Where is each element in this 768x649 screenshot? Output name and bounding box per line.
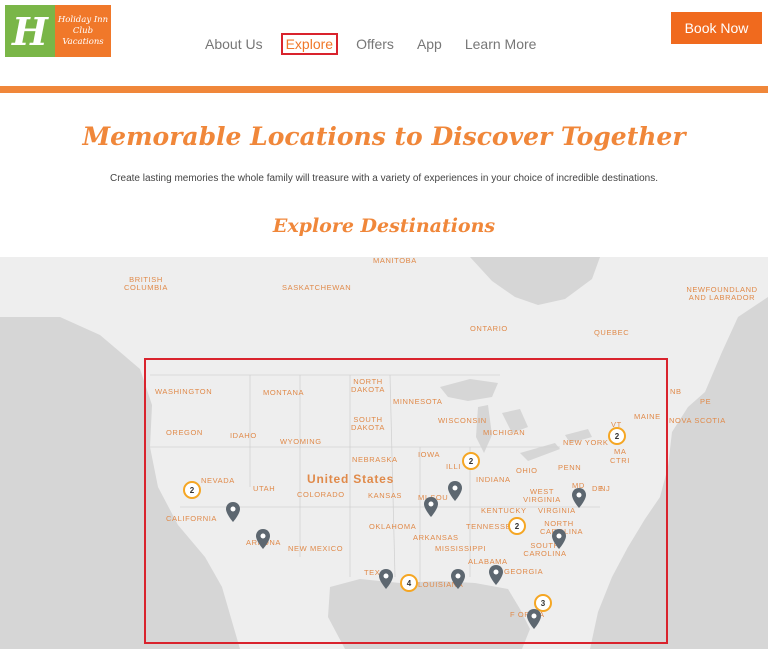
location-pin-icon[interactable] xyxy=(572,488,586,508)
main-nav: About Us Explore Offers App Learn More xyxy=(203,33,554,55)
nav-explore[interactable]: Explore xyxy=(280,33,339,55)
cluster-marker-tennessee[interactable]: 2 xyxy=(508,517,526,535)
label-british-columbia: BRITISH COLUMBIA xyxy=(124,275,168,292)
book-now-button[interactable]: Book Now xyxy=(671,12,762,44)
location-pin-icon[interactable] xyxy=(552,529,566,549)
location-pin-icon[interactable] xyxy=(451,569,465,589)
label-pe: PE xyxy=(700,397,712,406)
header-divider xyxy=(0,86,768,93)
cluster-marker-northeast[interactable]: 2 xyxy=(608,427,626,445)
logo-line-3: Vacations xyxy=(62,36,104,47)
label-newfoundland: NEWFOUNDLAND AND LABRADOR xyxy=(686,285,758,302)
location-pin-icon[interactable] xyxy=(448,481,462,501)
label-nb: NB xyxy=(670,387,682,396)
location-pin-icon[interactable] xyxy=(379,569,393,589)
location-pin-icon[interactable] xyxy=(424,497,438,517)
cluster-marker-nevada[interactable]: 2 xyxy=(183,481,201,499)
site-header: H Holiday Inn Club Vacations About Us Ex… xyxy=(0,0,768,86)
nav-app[interactable]: App xyxy=(412,33,447,55)
page-title: Memorable Locations to Discover Together xyxy=(82,122,686,151)
location-pin-icon[interactable] xyxy=(527,609,541,629)
logo-line-2: Club xyxy=(72,25,94,36)
label-quebec: QUEBEC xyxy=(594,328,630,337)
label-ontario: ONTARIO xyxy=(470,324,508,333)
label-manitoba: MANITOBA xyxy=(373,257,417,265)
holiday-inn-club-vacations-logo[interactable]: H Holiday Inn Club Vacations xyxy=(5,5,111,57)
logo-wordmark: Holiday Inn Club Vacations xyxy=(55,5,111,57)
logo-line-1: Holiday Inn xyxy=(57,14,109,25)
label-saskatchewan: SASKATCHEWAN xyxy=(282,283,352,292)
location-pin-icon[interactable] xyxy=(256,529,270,549)
location-pin-icon[interactable] xyxy=(226,502,240,522)
nav-offers[interactable]: Offers xyxy=(351,33,399,55)
logo-h-mark: H xyxy=(5,5,55,57)
cluster-marker-texas-coast[interactable]: 4 xyxy=(400,574,418,592)
nav-learn-more[interactable]: Learn More xyxy=(460,33,542,55)
location-pin-icon[interactable] xyxy=(489,565,503,585)
map-selection-box xyxy=(144,358,668,644)
destinations-map[interactable]: MANITOBA BRITISH COLUMBIA SASKATCHEWAN N… xyxy=(0,257,768,649)
label-nova-scotia: NOVA SCOTIA xyxy=(669,416,726,425)
page-subtitle: Create lasting memories the whole family… xyxy=(109,173,659,184)
nav-about-us[interactable]: About Us xyxy=(203,33,268,55)
cluster-marker-illinois[interactable]: 2 xyxy=(462,452,480,470)
explore-destinations-title: Explore Destinations xyxy=(272,215,496,237)
